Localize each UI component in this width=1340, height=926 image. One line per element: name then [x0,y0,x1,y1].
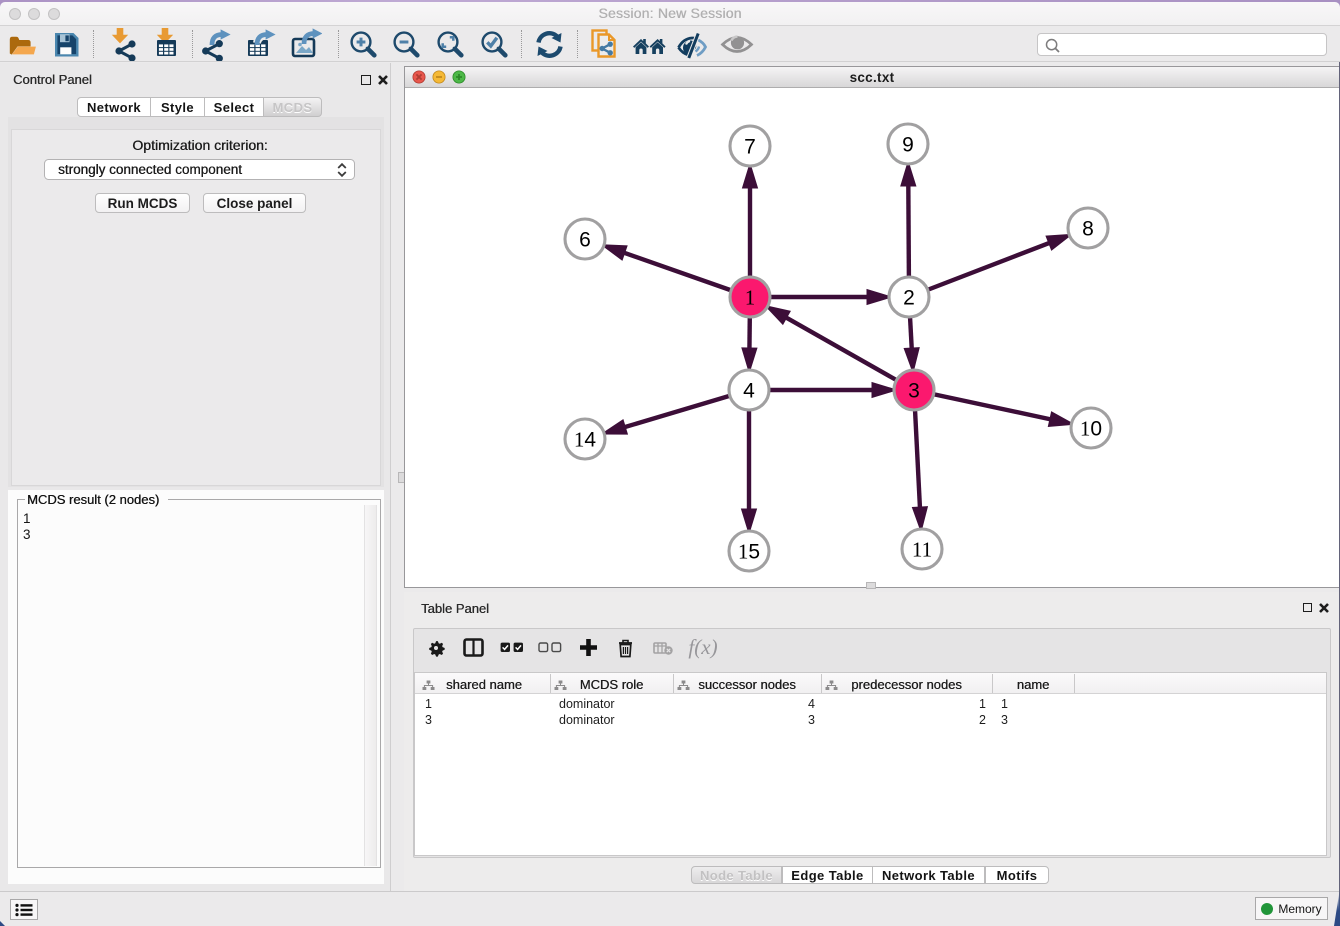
svg-text:7: 7 [744,136,756,159]
svg-text:10: 10 [1080,417,1102,441]
svg-text:14: 14 [574,428,597,452]
svg-text:4: 4 [743,380,755,403]
svg-text:11: 11 [912,538,932,562]
svg-text:1: 1 [745,286,756,310]
svg-text:8: 8 [1082,218,1094,241]
svg-text:2: 2 [903,287,915,310]
svg-text:9: 9 [902,134,914,157]
svg-text:6: 6 [579,229,591,252]
svg-text:15: 15 [738,540,760,564]
svg-text:3: 3 [908,380,920,403]
